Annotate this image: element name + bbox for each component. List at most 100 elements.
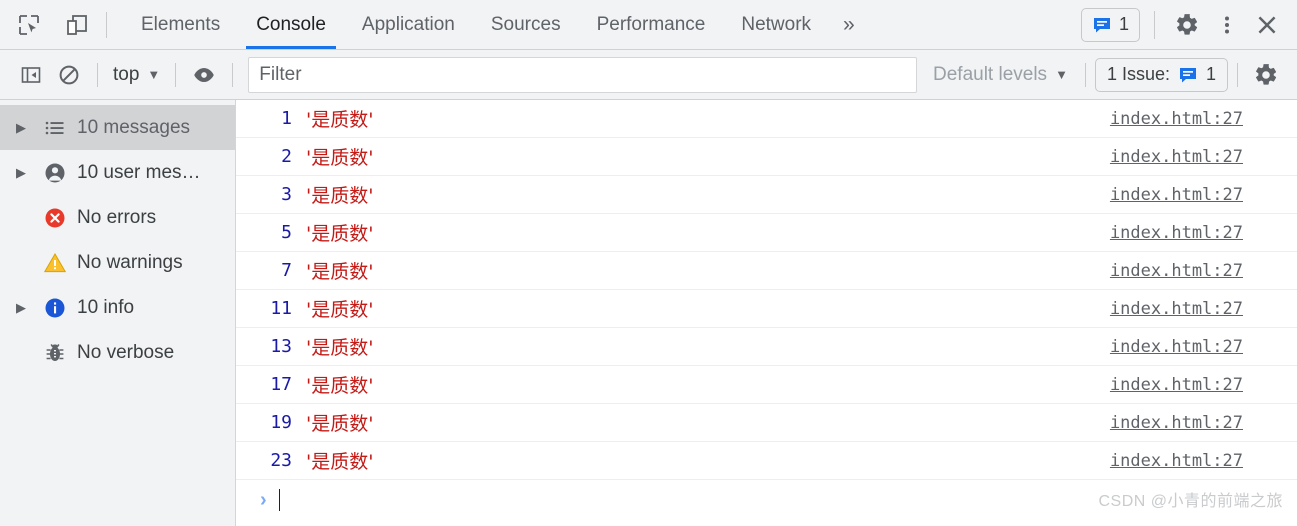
execution-context-value: top <box>113 63 140 85</box>
expand-arrow-icon-user[interactable]: ▶ <box>16 165 38 181</box>
filter-input[interactable]: Filter <box>248 56 917 93</box>
log-source-link[interactable]: index.html:27 <box>1110 223 1283 243</box>
chevron-down-icon: ▼ <box>147 67 161 82</box>
console-prompt-row[interactable]: › CSDN @小青的前端之旅 <box>236 480 1297 520</box>
user-icon <box>38 161 72 185</box>
log-message-text: '是质数' <box>306 375 374 397</box>
tab-elements-label: Elements <box>141 13 221 35</box>
tab-network-label: Network <box>741 13 812 35</box>
table-row[interactable]: 3 '是质数' index.html:27 <box>236 176 1297 214</box>
sidebar-item-verbose-label: No verbose <box>77 341 175 363</box>
tab-application-label: Application <box>361 13 455 35</box>
issues-badge-count: 1 <box>1118 14 1129 34</box>
table-row[interactable]: 7 '是质数' index.html:27 <box>236 252 1297 290</box>
log-line-number: 2 <box>281 146 292 167</box>
log-source-link[interactable]: index.html:27 <box>1110 299 1283 319</box>
log-source-link[interactable]: index.html:27 <box>1110 147 1283 167</box>
sidebar-item-messages[interactable]: ▶ 10 messages <box>0 105 235 150</box>
log-source-link[interactable]: index.html:27 <box>1110 185 1283 205</box>
log-message-text: '是质数' <box>306 337 374 359</box>
expand-arrow-icon-info[interactable]: ▶ <box>16 300 38 316</box>
filterbar-divider-3 <box>232 62 234 87</box>
table-row[interactable]: 17 '是质数' index.html:27 <box>236 366 1297 404</box>
tab-sources-label: Sources <box>490 13 561 35</box>
log-line-number: 17 <box>270 374 292 395</box>
sidebar-toggle-button[interactable] <box>12 58 50 92</box>
log-message-text: '是质数' <box>306 299 374 321</box>
log-message-text: '是质数' <box>306 185 374 207</box>
table-row[interactable]: 19 '是质数' index.html:27 <box>236 404 1297 442</box>
sidebar-item-info[interactable]: ▶ 10 info <box>0 285 235 330</box>
toolbar-right-icons: 1 <box>1080 0 1297 49</box>
sidebar-item-user-messages[interactable]: ▶ 10 user mes… <box>0 150 235 195</box>
tab-console[interactable]: Console <box>238 0 344 49</box>
filterbar-divider-1 <box>97 62 98 87</box>
warning-icon <box>38 251 72 275</box>
log-line-number: 3 <box>281 184 292 205</box>
device-toolbar-icon <box>67 14 87 35</box>
log-source-link[interactable]: index.html:27 <box>1110 375 1283 395</box>
log-source-link[interactable]: index.html:27 <box>1110 261 1283 281</box>
log-levels-selector[interactable]: Default levels ▼ <box>925 64 1076 86</box>
devtools-window: Elements Console Application Sources Per… <box>0 0 1297 526</box>
log-line-number: 11 <box>270 298 292 319</box>
tab-sources[interactable]: Sources <box>473 0 579 49</box>
gear-icon <box>1177 13 1198 35</box>
settings-button[interactable] <box>1169 7 1205 43</box>
log-line-number: 1 <box>281 108 292 129</box>
filterbar-divider-2 <box>175 62 177 87</box>
table-row[interactable]: 2 '是质数' index.html:27 <box>236 138 1297 176</box>
clear-console-button[interactable] <box>50 58 88 92</box>
inspect-element-button[interactable] <box>10 8 48 42</box>
filterbar-divider-4 <box>1084 62 1086 87</box>
more-tabs-button[interactable]: » <box>829 0 869 49</box>
log-source-link[interactable]: index.html:27 <box>1110 451 1283 471</box>
live-expression-eye-icon <box>194 67 215 82</box>
issue-message-icon <box>1093 17 1110 32</box>
log-source-link[interactable]: index.html:27 <box>1110 109 1283 129</box>
sidebar-item-warnings[interactable]: No warnings <box>0 240 235 285</box>
log-line-number: 13 <box>270 336 292 357</box>
prompt-text-caret <box>278 489 280 511</box>
bug-icon <box>38 341 72 365</box>
sidebar-item-errors[interactable]: No errors <box>0 195 235 240</box>
log-line-number: 23 <box>270 450 292 471</box>
close-devtools-button[interactable] <box>1249 7 1285 43</box>
table-row[interactable]: 13 '是质数' index.html:27 <box>236 328 1297 366</box>
table-row[interactable]: 23 '是质数' index.html:27 <box>236 442 1297 480</box>
table-row[interactable]: 11 '是质数' index.html:27 <box>236 290 1297 328</box>
sidebar-item-user-messages-label: 10 user mes… <box>77 161 201 183</box>
sidebar-item-verbose[interactable]: No verbose <box>0 330 235 375</box>
sidebar-item-warnings-label: No warnings <box>77 251 183 273</box>
tab-performance[interactable]: Performance <box>579 0 724 49</box>
tab-console-label: Console <box>256 13 326 35</box>
tab-application[interactable]: Application <box>344 0 473 49</box>
expand-arrow-icon-messages[interactable]: ▶ <box>16 120 38 136</box>
toolbar-left-icons <box>0 0 96 49</box>
log-source-link[interactable]: index.html:27 <box>1110 337 1283 357</box>
table-row[interactable]: 5 '是质数' index.html:27 <box>236 214 1297 252</box>
table-row[interactable]: 1 '是质数' index.html:27 <box>236 100 1297 138</box>
issues-counter-button[interactable]: 1 Issue: 1 <box>1094 57 1228 92</box>
log-message-text: '是质数' <box>306 223 374 245</box>
log-line-number: 19 <box>270 412 292 433</box>
issues-counter-count: 1 <box>1205 64 1216 84</box>
more-options-button[interactable] <box>1209 7 1245 43</box>
execution-context-selector[interactable]: top ▼ <box>107 64 166 86</box>
watermark-text: CSDN @小青的前端之旅 <box>1098 493 1283 510</box>
sidebar-item-errors-label: No errors <box>77 206 157 228</box>
close-icon <box>1258 16 1276 33</box>
console-message-list[interactable]: 1 '是质数' index.html:27 2 '是质数' index.html… <box>236 100 1297 526</box>
tab-elements[interactable]: Elements <box>123 0 238 49</box>
log-source-link[interactable]: index.html:27 <box>1110 413 1283 433</box>
console-settings-button[interactable] <box>1247 58 1285 92</box>
tab-network[interactable]: Network <box>723 0 829 49</box>
live-expression-button[interactable] <box>185 58 223 92</box>
console-filter-toolbar: top ▼ Filter Default levels ▼ 1 Issue: 1 <box>0 50 1297 100</box>
device-toolbar-button[interactable] <box>58 8 96 42</box>
issues-badge-button[interactable]: 1 <box>1080 7 1140 42</box>
console-sidebar: ▶ 10 messages ▶ 10 user mes… No errors N… <box>0 100 236 526</box>
log-message-text: '是质数' <box>306 109 374 131</box>
console-body: ▶ 10 messages ▶ 10 user mes… No errors N… <box>0 100 1297 526</box>
tab-performance-label: Performance <box>596 13 706 35</box>
